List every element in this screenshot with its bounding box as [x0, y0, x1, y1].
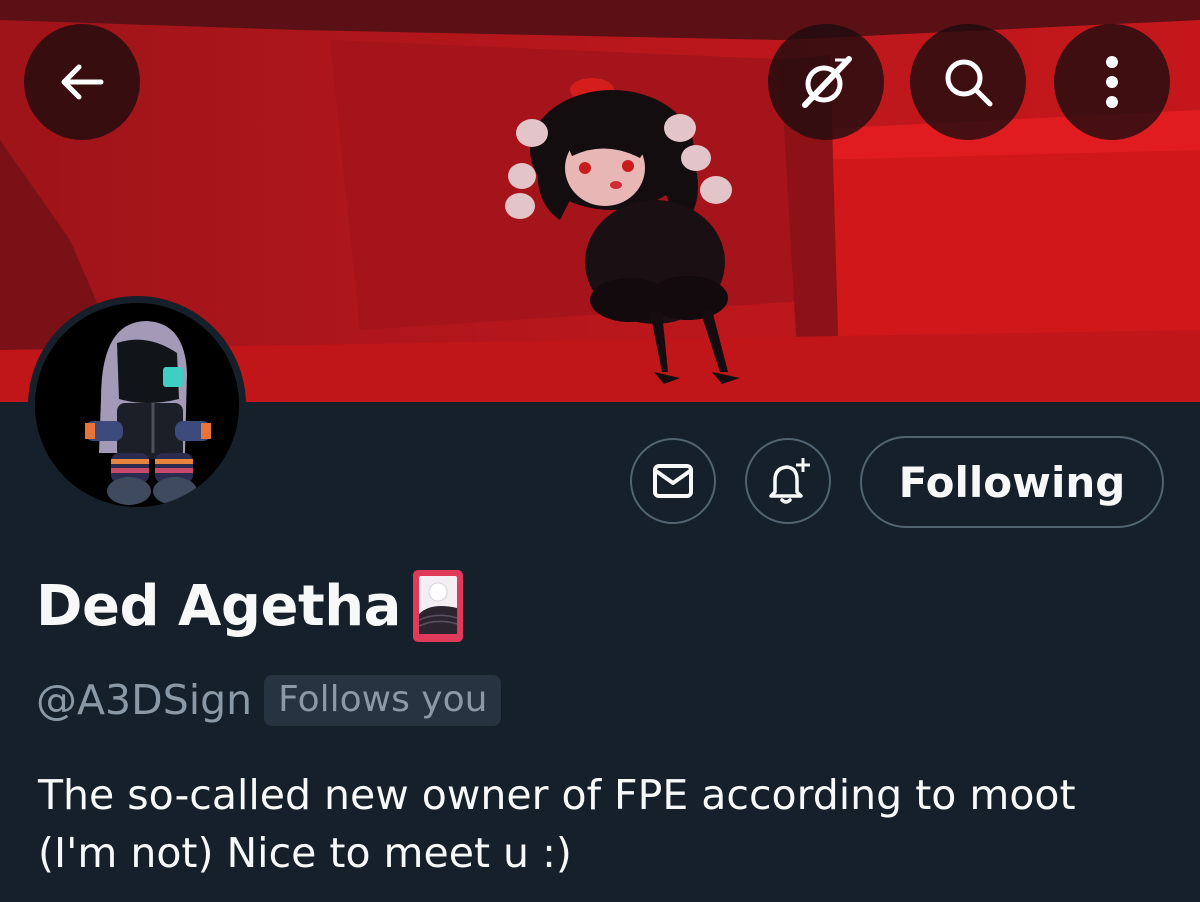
search-icon: [945, 59, 993, 107]
envelope-icon: [653, 464, 693, 498]
display-name: Ded Agetha: [36, 573, 401, 639]
avatar[interactable]: [28, 296, 246, 514]
more-options-button[interactable]: [1054, 24, 1170, 140]
back-button[interactable]: [24, 24, 140, 140]
profile-page: Following Ded Agetha @A3DSign Follows yo…: [0, 0, 1200, 902]
grok-button[interactable]: [768, 24, 884, 140]
avatar-image: [35, 303, 239, 507]
following-button-label: Following: [898, 457, 1126, 507]
display-name-row: Ded Agetha: [36, 566, 465, 646]
more-vertical-icon: [1106, 56, 1118, 108]
bio-line: The so-called new owner of FPE according…: [38, 771, 1076, 819]
bio-line: (I'm not) Nice to meet u :): [38, 829, 572, 877]
notifications-button[interactable]: [745, 438, 831, 524]
arrow-left-icon: [61, 64, 104, 100]
handle-row: @A3DSign Follows you: [36, 672, 502, 728]
hanafuda-card-icon: [412, 570, 463, 642]
following-button[interactable]: Following: [860, 436, 1164, 528]
grok-icon: [802, 56, 852, 108]
message-button[interactable]: [630, 438, 716, 524]
bell-plus-icon: [769, 458, 810, 504]
username-handle: @A3DSign: [36, 676, 253, 724]
search-button[interactable]: [910, 24, 1026, 140]
profile-bio: The so-called new owner of FPE according…: [38, 766, 1178, 882]
follows-you-badge: Follows you: [264, 674, 502, 726]
